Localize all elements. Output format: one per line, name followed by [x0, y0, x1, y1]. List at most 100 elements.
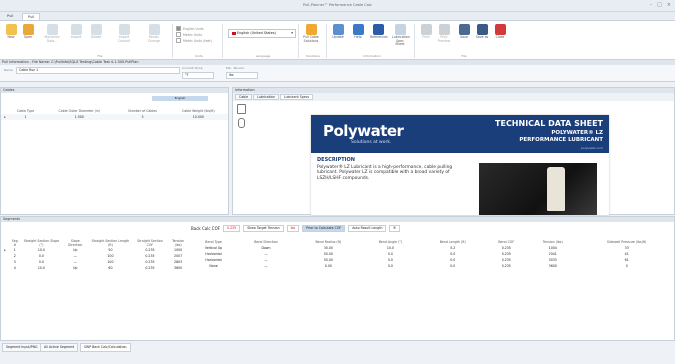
- update-button[interactable]: Update: [330, 24, 346, 40]
- help-icon: [352, 24, 364, 35]
- data-icon: [46, 24, 58, 35]
- cables-header: Cables: [1, 88, 228, 93]
- prior-calc-button[interactable]: Prior to Calculate COF: [302, 224, 346, 232]
- metric-units-checkbox[interactable]: Metric Units: [176, 32, 202, 37]
- data-sheet-banner: Polywater Solutions at work. TECHNICAL D…: [311, 115, 609, 153]
- group-label-language: Language: [255, 54, 271, 58]
- polywater-tagline: Solutions at work.: [351, 140, 392, 145]
- straight-sections-table: Seg # Straight Section Slope (°) Slope D…: [1, 239, 189, 271]
- tab-lubrication[interactable]: Lubrication: [253, 94, 279, 100]
- tab-lubricant-specs[interactable]: Lubricant Specs: [279, 94, 314, 100]
- paperclip-icon[interactable]: [238, 118, 245, 128]
- units-toggle[interactable]: English: [152, 96, 208, 101]
- checkbox-icon: [176, 32, 181, 37]
- conduit-icon: [118, 24, 130, 35]
- polywater-logo: Polywater: [323, 122, 404, 140]
- product-photo: [479, 163, 597, 215]
- recalc-button[interactable]: Recalc Change: [146, 24, 162, 43]
- checkbox-checked-icon: [176, 26, 181, 31]
- ribbon-tabs: Pull Pull: [0, 12, 675, 21]
- delete-button[interactable]: Delete: [88, 24, 104, 40]
- table-row[interactable]: 4 10.0 Up 60 0.235 3600: [1, 265, 189, 271]
- lubrication-spec-button[interactable]: Lubrication Spec Sheet: [392, 24, 410, 47]
- segments-panel: Segments Back Calc COF 0.235 Show Target…: [0, 216, 675, 341]
- group-label-information: Information: [363, 54, 381, 58]
- tab-swp-back-calc[interactable]: SWP Back Calc/Calculation: [80, 343, 131, 352]
- printer-icon: [420, 24, 432, 35]
- minimize-icon[interactable]: –: [650, 2, 653, 9]
- information-panel: Information Cable Lubrication Lubricant …: [232, 87, 675, 215]
- ribbon-separator: [222, 24, 223, 58]
- maximize-data-button[interactable]: Maximize Data...: [44, 24, 60, 43]
- bends-table: Bend Type Bend Direction Bend Radius (ft…: [191, 239, 675, 269]
- spec-sheet-icon: [394, 24, 406, 35]
- print-button[interactable]: Print: [418, 24, 434, 40]
- delete-icon: [90, 24, 102, 35]
- cables-panel: Cables English Cable Type Cable Outer Di…: [0, 87, 229, 215]
- group-label-units: Units: [195, 54, 203, 58]
- import-icon: [70, 24, 82, 35]
- close-button[interactable]: Close: [492, 24, 508, 40]
- english-units-checkbox[interactable]: English Units: [176, 26, 204, 31]
- description-text: Polywater® LZ Lubricant is a high-perfor…: [317, 165, 453, 181]
- close-red-icon: [494, 24, 506, 35]
- import-button[interactable]: Import: [68, 24, 84, 40]
- auto-result-length[interactable]: Auto Result Length: [348, 224, 387, 232]
- name-field[interactable]: Cable Run 1: [16, 67, 180, 74]
- bottom-tabs: Segment Input/PNG All Active Segment SWP…: [0, 342, 675, 352]
- group-label-file: File: [97, 54, 103, 58]
- conduit-temp-label: Conduit Temp: [182, 66, 203, 70]
- auto-result-field[interactable]: ft: [389, 224, 400, 232]
- ribbon-separator: [414, 24, 415, 58]
- description-heading: DESCRIPTION: [317, 157, 355, 163]
- print-preview-button[interactable]: Print Preview: [436, 24, 452, 43]
- bottle-image: [547, 167, 565, 211]
- information-tabs: Cable Lubrication Lubricant Specs: [233, 93, 674, 101]
- cables-table: Cable Type Cable Outer Diameter (in) Num…: [1, 108, 228, 120]
- group-label-solutions: Solutions: [306, 54, 320, 58]
- tab-all-active-segment[interactable]: All Active Segment: [40, 343, 79, 352]
- close-icon[interactable]: ×: [667, 2, 671, 9]
- book-icon: [372, 24, 384, 35]
- recalc-icon: [148, 24, 160, 35]
- ribbon-separator: [326, 24, 327, 58]
- ribbon-separator: [172, 24, 173, 58]
- title-bar: Pull-Planner™ Performance Cable Calc – □…: [0, 0, 675, 12]
- segments-toolbar: Back Calc COF 0.235 Show Target Tension …: [191, 224, 400, 232]
- conduit-temp-field[interactable]: °F: [182, 72, 214, 79]
- new-button[interactable]: New: [3, 24, 19, 40]
- tab-segment-input[interactable]: Segment Input/PNG: [2, 343, 42, 352]
- references-button[interactable]: References: [370, 24, 388, 40]
- table-row[interactable]: ▸ 1 1.500 3 10.000: [1, 114, 228, 120]
- help-button[interactable]: Help: [350, 24, 366, 40]
- coef-field[interactable]: 0.235: [223, 224, 241, 232]
- table-row[interactable]: None —0.00 0.0 0.0 0.235 3600 0: [191, 263, 675, 269]
- new-file-icon: [5, 24, 17, 35]
- preview-icon: [438, 24, 450, 35]
- window-title: Pull-Planner™ Performance Cable Calc: [303, 3, 372, 7]
- metric-feet-checkbox[interactable]: Metric Units (feet): [176, 38, 212, 43]
- ribbon-separator: [298, 24, 299, 58]
- tab-cable[interactable]: Cable: [235, 94, 253, 100]
- save-button[interactable]: Save: [456, 24, 472, 40]
- pull-cable-solutions-button[interactable]: Pull Cable Solutions: [303, 24, 319, 43]
- ribbon: New Open Maximize Data... Import Delete …: [0, 20, 675, 60]
- data-sheet-document: Polywater Solutions at work. TECHNICAL D…: [311, 115, 609, 215]
- min-tension-field[interactable]: lbs: [226, 72, 258, 79]
- document-icon[interactable]: [237, 104, 246, 114]
- save-as-icon: [476, 24, 488, 35]
- tab-file[interactable]: Pull: [2, 13, 18, 20]
- target-tension-field[interactable]: lbs: [286, 224, 300, 232]
- maximize-icon[interactable]: □: [657, 2, 662, 9]
- save-as-button[interactable]: Save as: [474, 24, 490, 40]
- window-controls: – □ ×: [650, 2, 671, 9]
- target-tension-button[interactable]: Show Target Tension: [243, 224, 284, 232]
- flag-icon: [231, 31, 237, 36]
- language-select[interactable]: English (United States) ▾: [228, 29, 296, 38]
- import-conduit-button[interactable]: Import Conduit: [116, 24, 132, 43]
- pull-info-header: Pull Information - File Name: C:\PullInf…: [0, 60, 675, 65]
- open-button[interactable]: Open: [20, 24, 36, 40]
- chevron-down-icon: ▾: [291, 31, 293, 35]
- coef-label: Back Calc COF: [191, 225, 221, 231]
- save-icon: [458, 24, 470, 35]
